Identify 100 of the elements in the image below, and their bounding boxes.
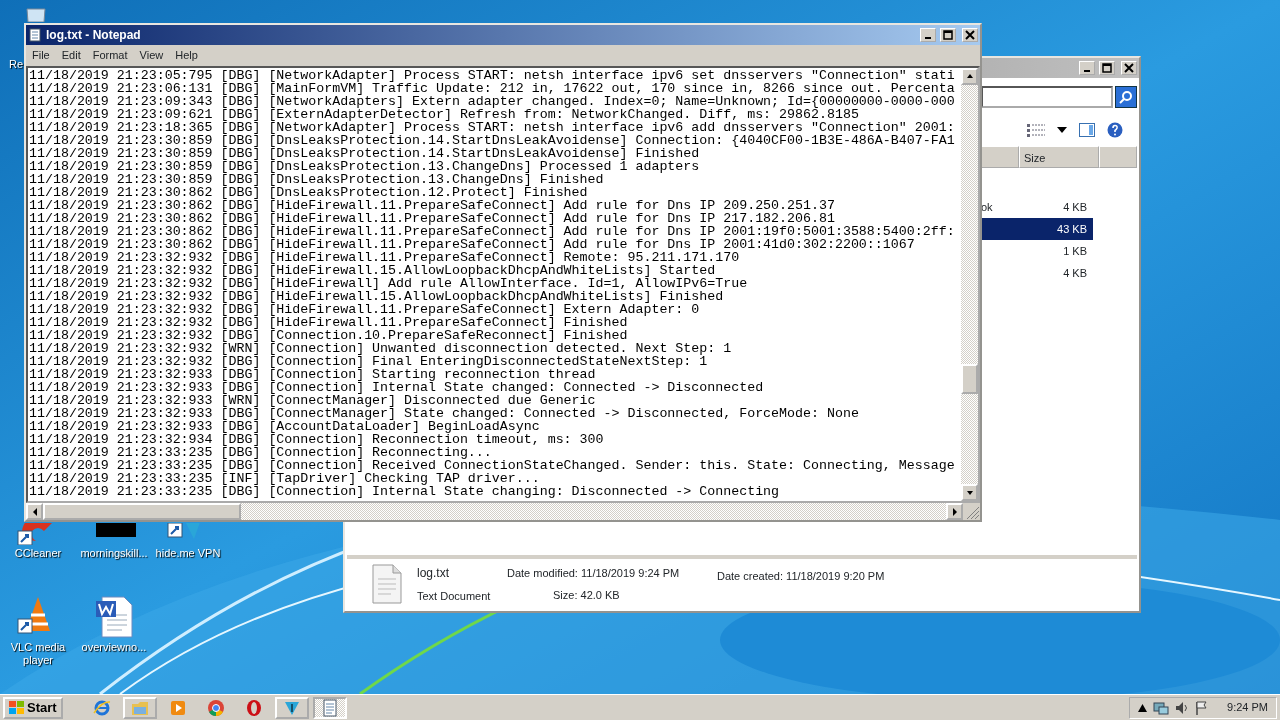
menu-item[interactable]: Edit — [55, 47, 87, 64]
menu-item[interactable]: Format — [86, 47, 134, 64]
minimize-button[interactable] — [920, 28, 936, 42]
log-line: 11/18/2019 21:23:32:932 [DBG] [HideFirewall] Add rule AllowInterface. Id=1, AllowIPv6=True — [29, 276, 749, 290]
log-line: 11/18/2019 21:23:32:932 [DBG] [Connection] Final EnteringDisconnectedStateNextStep: 1 — [29, 354, 708, 368]
log-line: 11/18/2019 21:23:33:235 [DBG] [Connection] Reconnecting... — [29, 445, 492, 459]
log-line: 11/18/2019 21:23:32:933 [DBG] [Connection] Internal State changed: Connected -> Disconnected — [29, 380, 765, 394]
log-line: 11/18/2019 21:23:32:932 [DBG] [HideFirewall.11.PrepareSafeConnect] Extern Adapter: 0 — [29, 302, 701, 316]
opera-icon — [244, 698, 263, 717]
log-line: 11/18/2019 21:23:06:131 [DBG] [MainFormVM] Traffic Update: 212 in, 17622 out, 170 since in, 8266 since out. Percenta — [29, 81, 956, 95]
column-header[interactable]: Size — [1019, 146, 1099, 168]
log-line: 11/18/2019 21:23:30:862 [DBG] [HideFirewall.11.PrepareSafeConnect] Add rule for Dns IP 209.250.251.37 — [29, 198, 836, 212]
close-button[interactable] — [1121, 61, 1137, 75]
start-button[interactable]: Start — [3, 696, 63, 719]
view-list-icon[interactable] — [1027, 123, 1045, 137]
log-line: 11/18/2019 21:23:30:862 [DBG] [HideFirewall.11.PrepareSafeConnect] Add rule for Dns IP 217.182.206.81 — [29, 211, 836, 225]
network-icon[interactable] — [1153, 700, 1170, 715]
maximize-icon — [943, 30, 953, 40]
maximize-button[interactable] — [1099, 61, 1115, 75]
close-icon — [1124, 63, 1134, 73]
menu-item[interactable]: View — [133, 47, 170, 64]
close-button[interactable] — [962, 28, 978, 42]
log-line: 11/18/2019 21:23:05:795 [DBG] [NetworkAdapter] Process START: netsh interface ipv6 set dnsservers "Connection" stati — [29, 68, 956, 82]
arrow-up-icon — [965, 73, 974, 79]
search-icon — [1119, 90, 1133, 104]
scroll-up-button[interactable] — [961, 67, 978, 85]
file-row[interactable]: ok 4 KB — [981, 196, 1093, 218]
file-size: 4 KB — [1063, 265, 1087, 281]
log-line: 11/18/2019 21:23:32:932 [DBG] [HideFirewall.11.PrepareSafeConnect] Remote: 95.211.171.170 — [29, 250, 741, 264]
arrow-up-icon[interactable] — [1138, 703, 1148, 712]
window-title: log.txt - Notepad — [46, 27, 142, 44]
menu-item[interactable]: File — [26, 47, 56, 64]
minimize-icon — [1084, 70, 1090, 72]
media-player-icon — [168, 698, 187, 717]
minimize-button[interactable] — [1079, 61, 1095, 75]
taskbar-button[interactable] — [274, 696, 309, 719]
horizontal-scrollbar[interactable] — [26, 503, 963, 520]
log-line: 11/18/2019 21:23:33:235 [INF] [TapDriver] Checking TAP driver... — [29, 471, 540, 485]
document-icon — [371, 564, 403, 604]
notepad-icon — [28, 28, 42, 42]
vertical-scrollbar[interactable] — [961, 67, 978, 501]
log-line: 11/18/2019 21:23:18:365 [DBG] [NetworkAdapter] Process START: netsh interface ipv6 add dnsservers "Connection" 2001: — [29, 120, 956, 134]
notepad-icon — [320, 698, 339, 717]
arrow-right-icon — [951, 507, 958, 516]
help-icon[interactable] — [1107, 122, 1123, 138]
flag-icon[interactable] — [1195, 700, 1208, 715]
log-line: 11/18/2019 21:23:32:932 [DBG] [HideFirewall.15.AllowLoopbackDhcpAndWhiteLists] Finished — [29, 289, 725, 303]
date-created: Date created: 11/18/2019 9:20 PM — [717, 568, 885, 584]
log-line: 11/18/2019 21:23:30:862 [DBG] [HideFirewall.11.PrepareSafeConnect] Add rule for Dns IP 2001:41d0:302:2200::1067 — [29, 237, 916, 251]
scroll-right-button[interactable] — [946, 503, 963, 520]
file-size: 1 KB — [1063, 243, 1087, 259]
caret-icon[interactable] — [1057, 127, 1067, 133]
arrow-left-icon — [31, 507, 38, 516]
speaker-icon[interactable] — [1175, 700, 1190, 715]
file-row[interactable]: 43 KB — [981, 218, 1093, 240]
chrome-icon — [206, 698, 225, 717]
taskbar-button[interactable] — [312, 696, 347, 719]
log-line: 11/18/2019 21:23:32:932 [DBG] [HideFirewall.11.PrepareSafeConnect] Finished — [29, 315, 628, 329]
log-line: 11/18/2019 21:23:30:859 [DBG] [DnsLeaksProtection.13.ChangeDns] Finished — [29, 172, 605, 186]
file-name: ok — [981, 199, 993, 215]
log-line: 11/18/2019 21:23:09:343 [DBG] [NetworkAdapters] Extern adapter changed. Index=0; Name=Unknown; Id={00000000-0000-000 — [29, 94, 956, 108]
scroll-down-button[interactable] — [961, 484, 978, 501]
menu-item[interactable]: Help — [169, 47, 204, 64]
log-line: 11/18/2019 21:23:30:859 [DBG] [DnsLeaksProtection.14.StartDnsLeakAvoidense] Connection: {4040CF00-1B3E-486A-B407-FA1 — [29, 133, 956, 147]
icon-label[interactable]: Re — [9, 58, 24, 71]
file-type: Text Document — [417, 588, 492, 604]
browser-icon — [92, 698, 111, 717]
log-line: 11/18/2019 21:23:09:621 [DBG] [ExternAdapterDetector] Refresh from: NetworkChanged. Diff, ms: 29862.8185 — [29, 107, 859, 121]
log-line: 11/18/2019 21:23:33:235 [DBG] [Connection] Received ConnectionStateChanged. Sender: this. State: Connecting, Message — [29, 458, 956, 472]
scroll-left-button[interactable] — [26, 503, 43, 520]
log-line: 11/18/2019 21:23:32:933 [DBG] [ConnectManager] State changed: Connected -> Disconnected, ForceMode: None — [29, 406, 860, 420]
maximize-icon — [1102, 63, 1112, 73]
log-line: 11/18/2019 21:23:30:859 [DBG] [DnsLeaksProtection.13.ChangeDns] Processed 1 adapters — [29, 159, 701, 173]
preview-pane-icon[interactable] — [1079, 123, 1095, 137]
log-line: 11/18/2019 21:23:30:862 [DBG] [DnsLeaksProtection.12.Protect] Finished — [29, 185, 589, 199]
file-row[interactable]: 4 KB — [981, 262, 1093, 284]
file-size: 43 KB — [1057, 221, 1087, 237]
log-line: 11/18/2019 21:23:32:932 [DBG] [HideFirewall.15.AllowLoopbackDhcpAndWhiteLists] Started — [29, 263, 716, 277]
search-field[interactable] — [981, 86, 1113, 108]
log-line: 11/18/2019 21:23:30:862 [DBG] [HideFirewall.11.PrepareSafeConnect] Add rule for Dns IP 2001:19f0:5001:3588:5400:2ff: — [29, 224, 956, 238]
minimize-icon — [925, 37, 931, 39]
file-size: Size: 42.0 KB — [552, 588, 621, 603]
scrollbar-thumb[interactable] — [961, 363, 978, 394]
file-row[interactable]: 1 KB — [981, 240, 1093, 262]
search-button[interactable] — [1115, 86, 1137, 108]
windows-logo-icon — [9, 700, 25, 715]
close-icon — [965, 30, 975, 40]
arrow-down-icon — [965, 489, 974, 496]
file-name: log.txt — [417, 564, 450, 582]
log-line: 11/18/2019 21:23:32:932 [WRN] [Connection] Unwanted disconnection detected. Next Step: 1 — [29, 341, 733, 355]
date-modified: Date modified: 11/18/2019 9:24 PM — [507, 565, 681, 581]
log-line: 11/18/2019 21:23:32:933 [WRN] [ConnectManager] Disconnected due Generic — [29, 393, 597, 407]
log-line: 11/18/2019 21:23:32:933 [DBG] [Connection] Starting reconnection thread — [29, 367, 596, 381]
scrollbar-thumb[interactable] — [43, 503, 241, 520]
log-line: 11/18/2019 21:23:33:235 [DBG] [Connection] Internal State changing: Disconnected -> Connecting — [29, 484, 781, 498]
log-line: 11/18/2019 21:23:30:859 [DBG] [DnsLeaksProtection.14.StartDnsLeakAvoidense] Finished — [29, 146, 701, 160]
log-line: 11/18/2019 21:23:32:934 [DBG] [Connection] Reconnection timeout, ms: 300 — [29, 432, 605, 446]
file-size: 4 KB — [1063, 199, 1087, 215]
log-line: 11/18/2019 21:23:32:933 [DBG] [AccountDataLoader] BeginLoadAsync — [29, 419, 541, 433]
maximize-button[interactable] — [940, 28, 956, 42]
